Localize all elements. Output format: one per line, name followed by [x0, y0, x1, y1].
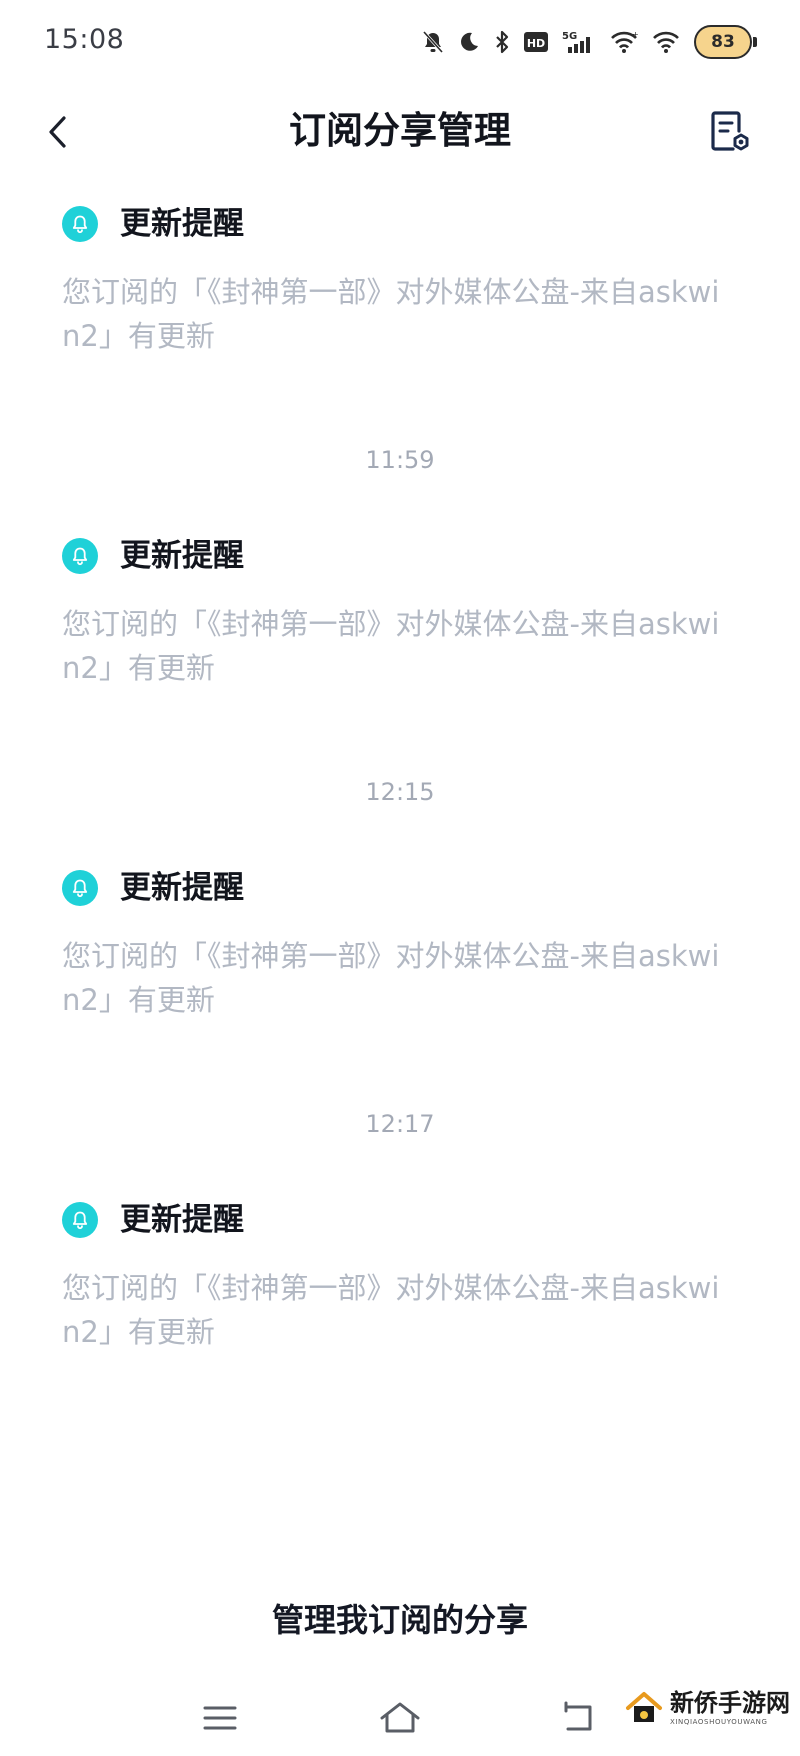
system-navigation-bar: 新侨手游网 XINQIAOSHOUYOUWANG	[0, 1680, 800, 1756]
mute-bell-icon	[422, 30, 444, 54]
timestamp: 12:15	[365, 778, 435, 806]
list-item[interactable]: 更新提醒 您订阅的「《封神第一部》对外媒体公盘-来自askwin2」有更新	[0, 536, 800, 690]
nav-bar: 订阅分享管理	[0, 84, 800, 180]
bell-icon	[62, 206, 98, 242]
notice-body: 您订阅的「《封神第一部》对外媒体公盘-来自askwin2」有更新	[62, 939, 720, 1017]
timestamp: 11:59	[365, 446, 435, 474]
home-button[interactable]	[370, 1694, 430, 1742]
menu-button[interactable]	[190, 1694, 250, 1742]
site-watermark: 新侨手游网 XINQIAOSHOUYOUWANG	[624, 1688, 790, 1728]
back-system-button[interactable]	[550, 1694, 610, 1742]
notice-header: 更新提醒	[62, 536, 738, 576]
page-title: 订阅分享管理	[289, 109, 511, 152]
notice-body: 您订阅的「《封神第一部》对外媒体公盘-来自askwin2」有更新	[62, 607, 720, 685]
svg-text:+: +	[632, 31, 638, 39]
list-item[interactable]: 更新提醒 您订阅的「《封神第一部》对外媒体公盘-来自askwin2」有更新	[0, 1200, 800, 1354]
notice-title: 更新提醒	[120, 538, 244, 574]
status-bar: 15:08 HD 5G + 83	[0, 0, 800, 84]
notice-header: 更新提醒	[62, 1200, 738, 1240]
signal-5g-icon: 5G	[562, 31, 590, 53]
watermark-sub: XINQIAOSHOUYOUWANG	[670, 1717, 768, 1726]
battery-indicator: 83	[694, 25, 757, 59]
hd-label: HD	[527, 37, 545, 50]
moon-icon	[461, 32, 478, 51]
status-time: 15:08	[44, 24, 125, 55]
hd-icon: HD	[524, 32, 548, 52]
wifi-icon: +	[611, 31, 638, 53]
notice-body: 您订阅的「《封神第一部》对外媒体公盘-来自askwin2」有更新	[62, 275, 720, 353]
notification-feed: 更新提醒 您订阅的「《封神第一部》对外媒体公盘-来自askwin2」有更新 11…	[0, 180, 800, 1354]
notice-title: 更新提醒	[120, 870, 244, 906]
notice-title: 更新提醒	[120, 206, 244, 242]
menu-icon	[203, 1706, 237, 1730]
bell-icon	[62, 1202, 98, 1238]
notice-header: 更新提醒	[62, 204, 738, 244]
wifi-secondary-icon	[653, 31, 679, 53]
manage-subscriptions-link[interactable]: 管理我订阅的分享	[0, 1598, 800, 1642]
bell-icon	[62, 538, 98, 574]
notice-body: 您订阅的「《封神第一部》对外媒体公盘-来自askwin2」有更新	[62, 1271, 720, 1349]
house-logo-icon	[626, 1692, 662, 1722]
network-label: 5G	[562, 31, 577, 42]
home-icon	[380, 1702, 420, 1733]
bluetooth-icon	[496, 30, 509, 54]
notice-title: 更新提醒	[120, 1202, 244, 1238]
notice-header: 更新提醒	[62, 868, 738, 908]
list-item[interactable]: 更新提醒 您订阅的「《封神第一部》对外媒体公盘-来自askwin2」有更新	[0, 868, 800, 1022]
document-gear-icon	[711, 111, 749, 151]
status-icons: HD 5G + 83	[422, 22, 757, 62]
battery-level: 83	[711, 32, 735, 52]
watermark-main: 新侨手游网	[670, 1687, 790, 1717]
subscription-settings-button[interactable]	[704, 106, 756, 158]
bell-icon	[62, 870, 98, 906]
list-item[interactable]: 更新提醒 您订阅的「《封神第一部》对外媒体公盘-来自askwin2」有更新	[0, 204, 800, 358]
return-icon	[564, 1701, 592, 1731]
timestamp: 12:17	[365, 1110, 435, 1138]
